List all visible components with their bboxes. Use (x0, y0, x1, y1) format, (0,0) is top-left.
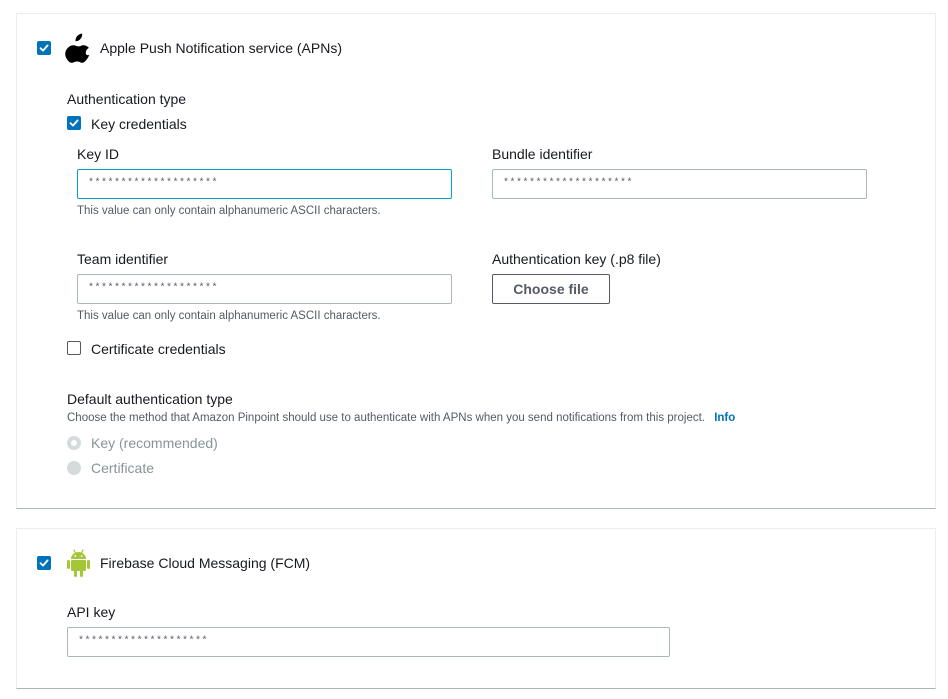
key-credentials-label: Key credentials (91, 116, 187, 132)
radio-certificate-label: Certificate (91, 460, 155, 476)
fcm-card: Firebase Cloud Messaging (FCM) API key *… (16, 528, 936, 689)
radio-key-recommended[interactable] (67, 436, 81, 450)
bundle-identifier-input[interactable]: ******************** (492, 169, 867, 199)
radio-certificate[interactable] (67, 461, 81, 475)
api-key-label: API key (67, 604, 116, 620)
default-auth-type-label: Default authentication type (67, 391, 233, 407)
choose-file-button[interactable]: Choose file (492, 274, 610, 304)
certificate-credentials-checkbox[interactable] (67, 341, 81, 355)
check-icon (69, 119, 79, 127)
team-identifier-label: Team identifier (77, 251, 169, 267)
bundle-identifier-label: Bundle identifier (492, 146, 593, 162)
radio-key-recommended-label: Key (recommended) (91, 435, 218, 451)
default-auth-description: Choose the method that Amazon Pinpoint s… (67, 412, 735, 424)
apns-card: Apple Push Notification service (APNs) A… (16, 13, 936, 509)
team-identifier-input[interactable]: ******************** (77, 274, 452, 304)
fcm-enable-checkbox[interactable] (37, 556, 51, 570)
certificate-credentials-label: Certificate credentials (91, 341, 226, 357)
api-key-input[interactable]: ******************** (67, 627, 670, 657)
authentication-key-label: Authentication key (.p8 file) (492, 251, 661, 267)
apns-title: Apple Push Notification service (APNs) (100, 40, 342, 56)
authentication-type-label: Authentication type (67, 91, 187, 107)
key-credentials-checkbox[interactable] (67, 116, 81, 130)
key-id-input[interactable]: ******************** (77, 169, 452, 199)
fcm-title: Firebase Cloud Messaging (FCM) (100, 555, 311, 571)
team-identifier-hint: This value can only contain alphanumeric… (77, 310, 381, 322)
info-link[interactable]: Info (714, 412, 735, 424)
default-auth-description-text: Choose the method that Amazon Pinpoint s… (67, 412, 705, 424)
android-logo-icon (67, 549, 90, 577)
check-icon (39, 44, 49, 52)
key-id-label: Key ID (77, 146, 120, 162)
apns-enable-checkbox[interactable] (37, 41, 51, 55)
key-id-hint: This value can only contain alphanumeric… (77, 205, 381, 217)
apple-logo-icon (65, 33, 90, 63)
check-icon (39, 559, 49, 567)
